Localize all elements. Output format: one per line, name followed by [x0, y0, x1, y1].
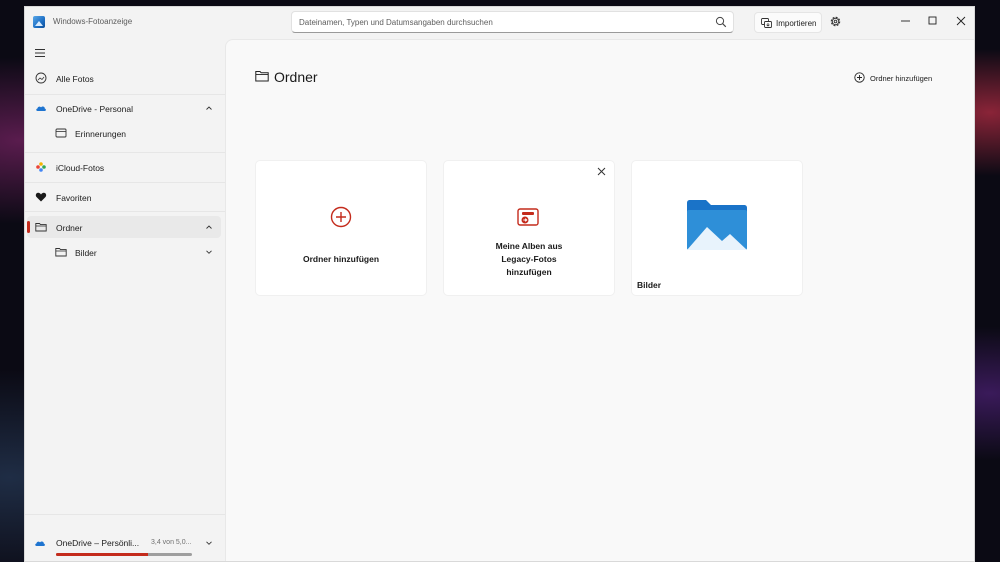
storage-progress-bar	[56, 553, 192, 556]
sidebar-divider	[25, 211, 225, 212]
folder-icon	[255, 71, 269, 82]
title-bar: Windows-Fotoanzeige Dateinamen, Typen un…	[25, 7, 974, 39]
onedrive-cloud-icon	[35, 541, 45, 546]
add-circle-icon	[330, 206, 352, 228]
card-label-line: Meine Alben aus	[495, 241, 563, 251]
legacy-albums-card[interactable]: Meine Alben aus Legacy-Fotos hinzufügen	[444, 161, 614, 295]
sidebar-item-memories[interactable]: Erinnerungen	[27, 122, 221, 144]
import-button-label: Importieren	[776, 19, 817, 28]
card-label: Ordner hinzufügen	[302, 254, 380, 264]
icloud-photos-icon	[36, 162, 46, 172]
sidebar-item-label: iCloud-Fotos	[56, 163, 105, 173]
search-icon[interactable]	[715, 16, 727, 28]
folder-tile-label: Bilder	[637, 280, 662, 290]
chevron-up-icon[interactable]	[205, 104, 213, 112]
add-folder-button-label: Ordner hinzufügen	[870, 74, 933, 83]
storage-label[interactable]: OneDrive – Persönli...	[56, 538, 139, 548]
add-circle-icon	[854, 72, 865, 83]
sidebar-item-icloud[interactable]: iCloud-Fotos	[27, 156, 221, 178]
chevron-up-icon[interactable]	[205, 223, 213, 231]
chevron-down-icon[interactable]	[205, 539, 213, 547]
photo-gallery-icon	[35, 72, 47, 84]
sidebar-divider	[25, 182, 225, 183]
sidebar-item-all-photos[interactable]: Alle Fotos	[27, 67, 221, 89]
main-content: Ordner Ordner hinzufügen Ordner hinzufüg…	[225, 39, 974, 561]
pictures-folder-icon	[687, 200, 747, 250]
sidebar-divider	[25, 514, 225, 515]
sidebar-divider	[25, 152, 225, 153]
app-window: Windows-Fotoanzeige Dateinamen, Typen un…	[24, 6, 975, 562]
maximize-icon	[928, 16, 937, 25]
photos-app-icon	[33, 16, 45, 28]
settings-gear-icon[interactable]	[829, 15, 842, 28]
sidebar-item-label: Alle Fotos	[56, 74, 94, 84]
close-icon	[956, 16, 966, 26]
search-input[interactable]: Dateinamen, Typen und Datumsangaben durc…	[299, 18, 493, 27]
folder-icon	[35, 223, 47, 232]
sidebar: Alle Fotos OneDrive - Personal Erinnerun…	[25, 39, 225, 561]
selection-indicator	[27, 221, 30, 233]
close-window-button[interactable]	[951, 11, 971, 31]
onedrive-cloud-icon	[36, 106, 46, 111]
chevron-down-icon[interactable]	[205, 248, 213, 256]
sidebar-item-favorites[interactable]: Favoriten	[27, 186, 221, 208]
sidebar-item-folders[interactable]: Ordner	[27, 216, 221, 238]
sidebar-item-label: Bilder	[75, 248, 97, 258]
page-title: Ordner	[274, 69, 318, 85]
sidebar-item-pictures[interactable]: Bilder	[27, 241, 221, 263]
sidebar-item-label: OneDrive - Personal	[56, 104, 134, 114]
minimize-icon	[901, 20, 910, 22]
import-button[interactable]: Importieren	[754, 12, 822, 33]
sidebar-divider	[25, 94, 225, 95]
card-label-line: Legacy-Fotos	[501, 254, 557, 264]
sidebar-item-label: Favoriten	[56, 193, 92, 203]
card-label-line: hinzufügen	[506, 267, 552, 277]
app-title: Windows-Fotoanzeige	[53, 17, 133, 26]
add-folder-card[interactable]: Ordner hinzufügen	[256, 161, 426, 295]
pictures-folder-tile[interactable]: Bilder	[632, 161, 802, 295]
legacy-albums-icon	[517, 208, 539, 226]
storage-size: 3,4 von 5,0...	[151, 539, 192, 546]
minimize-button[interactable]	[896, 11, 916, 31]
close-icon[interactable]	[597, 167, 606, 176]
search-box[interactable]: Dateinamen, Typen und Datumsangaben durc…	[291, 11, 734, 33]
import-icon	[761, 18, 772, 28]
hamburger-menu-icon[interactable]	[34, 48, 46, 58]
sidebar-item-label: Ordner	[56, 223, 83, 233]
folder-icon	[55, 248, 67, 257]
heart-icon	[35, 192, 47, 202]
sidebar-item-label: Erinnerungen	[75, 129, 127, 139]
maximize-button[interactable]	[923, 11, 943, 31]
memories-icon	[55, 128, 67, 138]
sidebar-item-onedrive[interactable]: OneDrive - Personal	[27, 97, 221, 119]
storage-progress-fill	[56, 553, 149, 556]
